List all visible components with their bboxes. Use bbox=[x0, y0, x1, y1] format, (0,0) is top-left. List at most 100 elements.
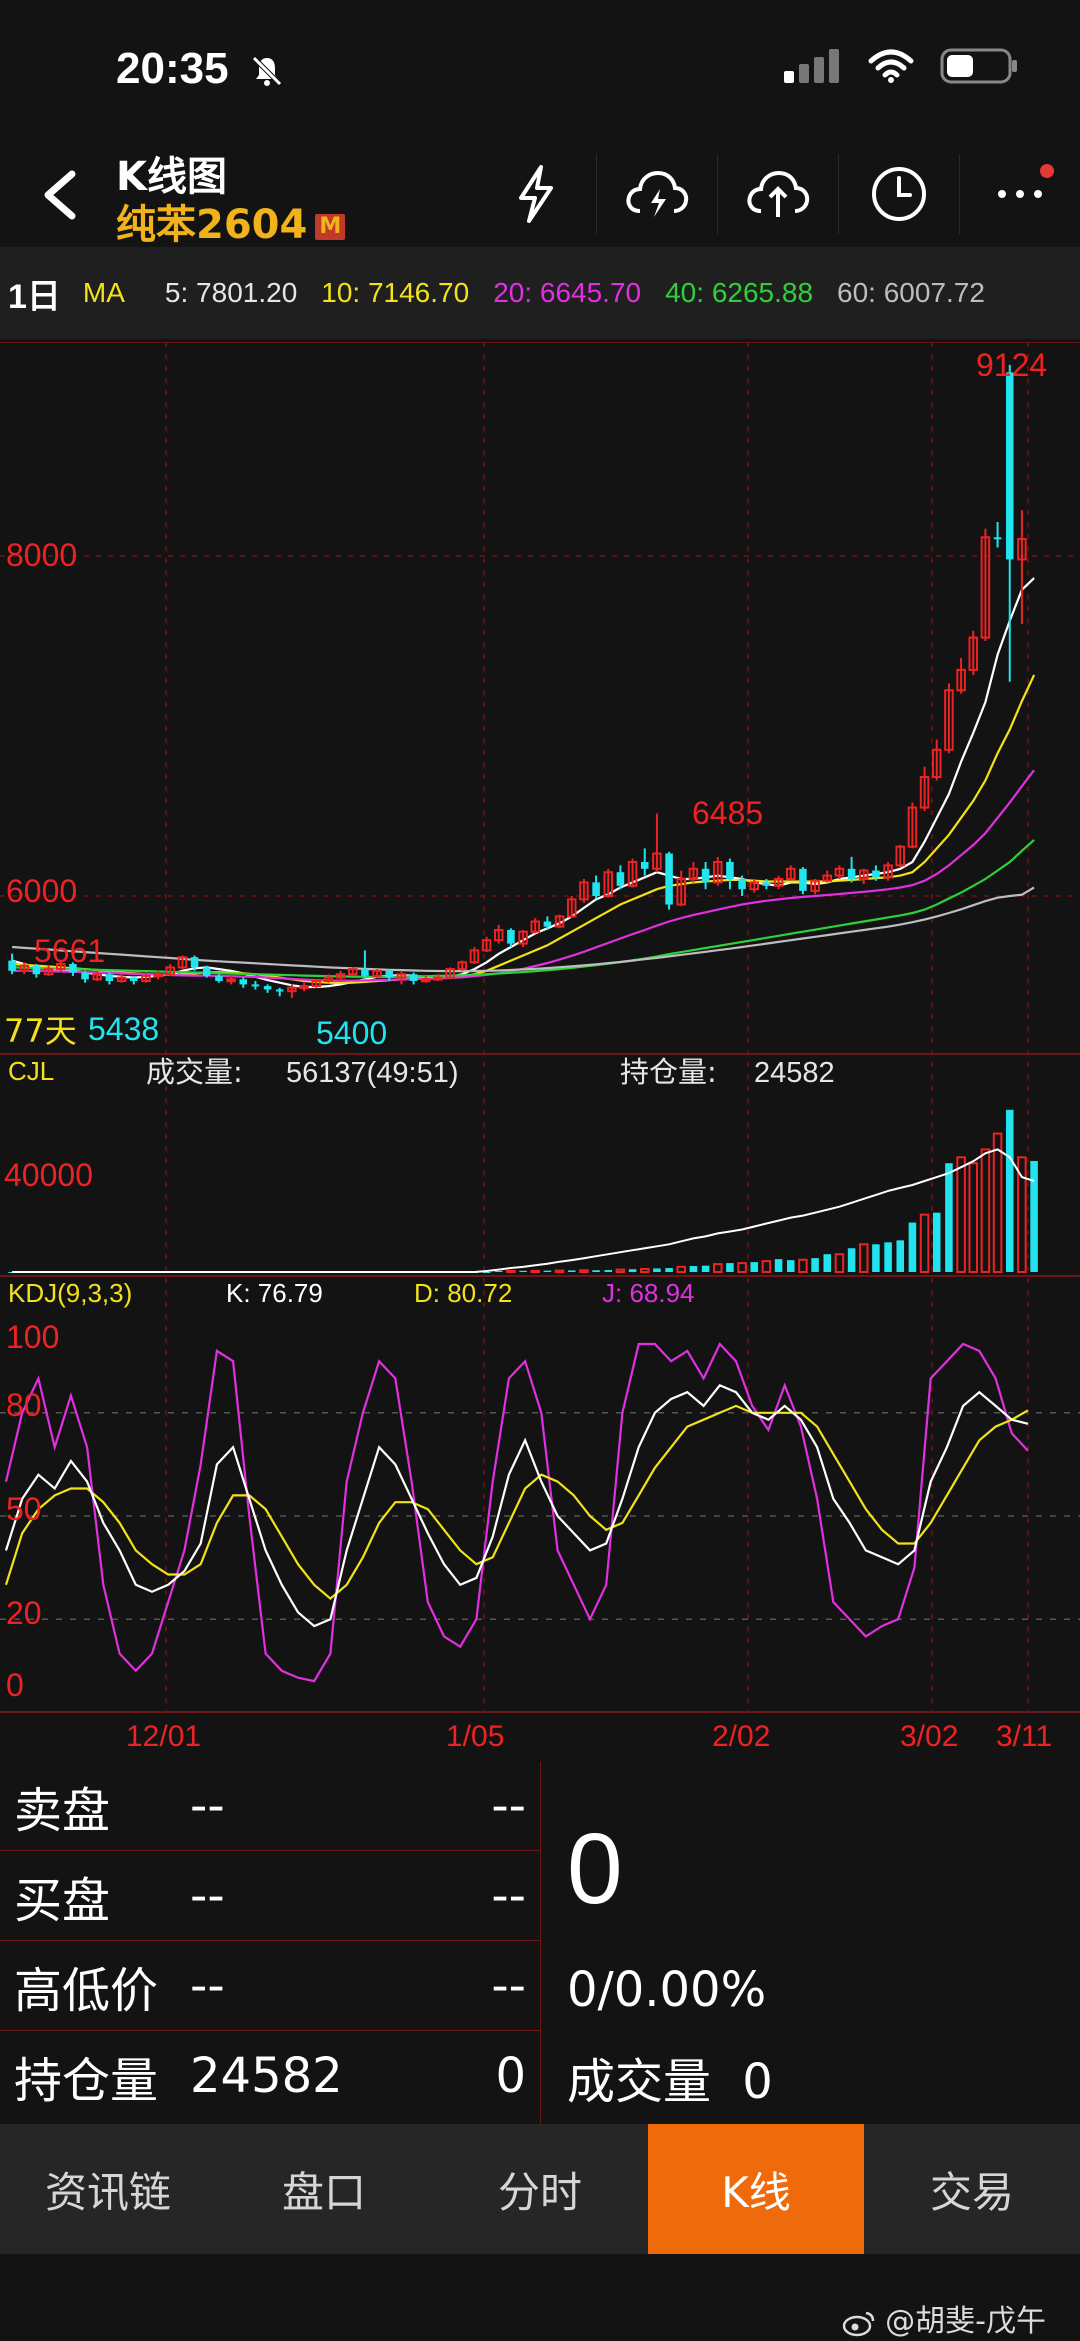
kdj-indicator-name[interactable]: KDJ(9,3,3) bbox=[8, 1278, 132, 1308]
volume-value: 56137(49:51) bbox=[286, 1057, 459, 1089]
candle-body bbox=[592, 882, 600, 896]
candle-body bbox=[726, 862, 734, 879]
tab-intraday[interactable]: 分时 bbox=[432, 2124, 648, 2254]
volume-bar bbox=[786, 1260, 795, 1272]
ma-label[interactable]: MA bbox=[83, 277, 125, 309]
cloud-upload-button[interactable] bbox=[717, 154, 838, 234]
candle-body bbox=[799, 868, 807, 891]
candle-body bbox=[385, 970, 394, 978]
volume-bar bbox=[1005, 1109, 1014, 1272]
symbol-name[interactable]: 纯苯2604 M bbox=[116, 192, 346, 250]
x-label-0105: 1/05 bbox=[446, 1720, 504, 1753]
volume-bar bbox=[726, 1263, 734, 1272]
candle-body bbox=[409, 974, 418, 981]
open-interest-row-value: 24582 bbox=[190, 2048, 343, 2104]
candle-body bbox=[239, 979, 248, 985]
x-label-0311: 3/11 bbox=[996, 1720, 1052, 1753]
volume-bar bbox=[834, 1253, 845, 1274]
kdj-lines bbox=[4, 1342, 1029, 1683]
history-button[interactable] bbox=[838, 154, 959, 234]
volume-bar bbox=[823, 1254, 832, 1272]
x-label-0302: 3/02 bbox=[900, 1720, 958, 1753]
volume-indicator-name[interactable]: CJL bbox=[8, 1056, 54, 1086]
watermark-text: @胡斐-戊午 bbox=[885, 2304, 1046, 2339]
ma10-value: 10: 7146.70 bbox=[321, 277, 470, 308]
volume-label: 成交量: bbox=[146, 1055, 243, 1089]
sell-price: -- bbox=[190, 1778, 225, 1834]
volume-bar bbox=[543, 1270, 552, 1272]
volume-bar bbox=[908, 1222, 917, 1272]
volume-bar bbox=[847, 1248, 856, 1272]
candle-body bbox=[507, 930, 515, 944]
status-bar: 20:35 bbox=[0, 0, 1080, 140]
cloud-upload-icon bbox=[747, 170, 810, 217]
more-button[interactable] bbox=[959, 154, 1080, 234]
candle-body bbox=[263, 986, 272, 990]
buy-label: 买盘 bbox=[14, 1873, 111, 1929]
volume-bar bbox=[689, 1266, 698, 1272]
more-dots-icon bbox=[998, 190, 1042, 198]
volume-bar bbox=[653, 1268, 661, 1272]
candle-body bbox=[215, 975, 223, 981]
tab-kline[interactable]: K线 bbox=[648, 2124, 864, 2254]
tab-news-chain[interactable]: 资讯链 bbox=[0, 2124, 216, 2254]
volume-bar bbox=[774, 1259, 783, 1272]
lightning-icon bbox=[519, 165, 553, 223]
candle-body bbox=[81, 972, 89, 980]
volume-bar bbox=[737, 1262, 747, 1273]
ma-info-bar: 1日 MA 5: 7801.20 10: 7146.70 20: 6645.70… bbox=[0, 247, 1080, 339]
volume-bar bbox=[615, 1268, 626, 1273]
cloud-sync-button[interactable] bbox=[596, 154, 717, 234]
low-price: -- bbox=[491, 1958, 526, 2014]
x-label-1201: 12/01 bbox=[126, 1720, 201, 1753]
candle-body bbox=[190, 957, 199, 968]
volume-bar bbox=[665, 1268, 673, 1272]
status-time: 20:35 bbox=[116, 44, 229, 93]
candle-body bbox=[251, 984, 260, 987]
signal-icon bbox=[784, 49, 839, 83]
kdj-axis-20: 20 bbox=[6, 1595, 42, 1631]
ma-line-ma5 bbox=[11, 577, 1035, 989]
volume-bar bbox=[530, 1269, 541, 1274]
battery-icon bbox=[940, 48, 1017, 84]
volume-bar bbox=[639, 1268, 650, 1273]
price-axis-6000: 6000 bbox=[6, 873, 77, 909]
high-low-row: 高低价 -- -- bbox=[0, 1942, 540, 2031]
candle-body bbox=[129, 977, 138, 981]
kdj-axis-80: 80 bbox=[6, 1387, 42, 1423]
candle-body bbox=[847, 868, 856, 879]
tab-order-book[interactable]: 盘口 bbox=[216, 2124, 432, 2254]
sell-row: 卖盘 -- -- bbox=[0, 1762, 540, 1851]
kdj-d-value: D: 80.72 bbox=[414, 1278, 512, 1308]
volume-bar bbox=[712, 1263, 723, 1273]
volume-bar bbox=[676, 1265, 687, 1274]
left-high-label: 5661 bbox=[34, 933, 105, 969]
candle-body bbox=[420, 978, 431, 983]
period-selector[interactable]: 1日 bbox=[8, 269, 61, 318]
volume-bar bbox=[945, 1163, 953, 1272]
header-toolbar bbox=[476, 154, 1080, 234]
candle-body bbox=[153, 973, 163, 978]
volume-bar bbox=[604, 1270, 613, 1272]
volume-bar bbox=[579, 1269, 589, 1273]
kdj-axis-100: 100 bbox=[6, 1319, 59, 1355]
ma60-value: 60: 6007.72 bbox=[837, 277, 985, 308]
days-label: 77天 bbox=[4, 1012, 77, 1050]
volume-bar bbox=[701, 1265, 710, 1272]
volume-bar bbox=[1030, 1160, 1038, 1272]
volume-bar bbox=[858, 1243, 869, 1273]
volume-bar bbox=[896, 1240, 905, 1272]
candle-body bbox=[616, 872, 625, 886]
symbol-label: 纯苯2604 bbox=[116, 202, 308, 248]
volume-bar bbox=[567, 1270, 576, 1272]
volume-bar bbox=[628, 1269, 637, 1272]
kline-chart[interactable]: 8000 6000 9124 6485 5661 77天 5438 5400 C… bbox=[0, 342, 1080, 1760]
lightning-button[interactable] bbox=[476, 154, 596, 234]
back-arrow-icon[interactable] bbox=[26, 160, 96, 230]
buy-row: 买盘 -- -- bbox=[0, 1852, 540, 1941]
candle-body bbox=[993, 537, 1002, 540]
kdj-axis-0: 0 bbox=[6, 1667, 24, 1703]
tab-trade[interactable]: 交易 bbox=[864, 2124, 1080, 2254]
kdj-line-j bbox=[4, 1342, 1029, 1683]
quote-volume: 成交量 0 bbox=[567, 2042, 773, 2112]
